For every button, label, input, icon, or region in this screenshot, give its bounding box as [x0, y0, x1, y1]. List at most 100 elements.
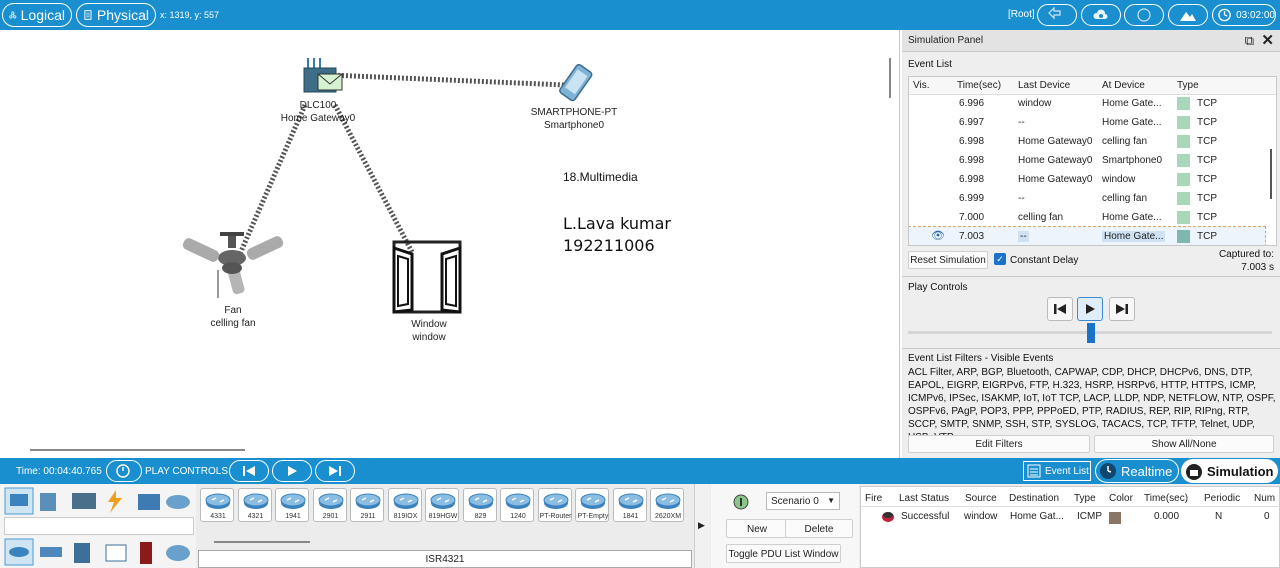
restore-icon[interactable]: ⧉	[1245, 33, 1254, 49]
realtime-mode-button[interactable]: Realtime	[1095, 459, 1179, 483]
logical-workspace[interactable]: DLC100 Home Gateway0 SMARTPHONE-PT Smart…	[0, 30, 900, 458]
event-row[interactable]: 6.997 -- Home Gate... TCP	[909, 113, 1265, 132]
router-model-tile[interactable]: 819IOX	[387, 488, 422, 522]
viewport-button[interactable]	[1124, 4, 1164, 26]
play-controls-section: Play Controls	[902, 276, 1280, 346]
bar-play-button[interactable]	[272, 460, 312, 482]
step-back-button[interactable]	[1047, 297, 1073, 321]
scenario-panel: Scenario 0 ▼ New Delete Toggle PDU List …	[711, 484, 859, 568]
event-row[interactable]: 6.998 Home Gateway0 celling fan TCP	[909, 132, 1265, 151]
fan-model: Fan	[224, 305, 242, 316]
expand-arrow-icon: ▶	[698, 520, 705, 530]
navigation-button[interactable]	[1037, 4, 1077, 26]
router-model-tile[interactable]: 829	[462, 488, 497, 522]
top-toolbar: Logical Physical x: 1319, y: 557 [Root] …	[0, 0, 1280, 30]
note-title: 18.Multimedia	[563, 170, 638, 184]
filters-list: ACL Filter, ARP, BGP, Bluetooth, CAPWAP,…	[908, 367, 1276, 443]
simulation-panel-header: Simulation Panel ⧉ ✕	[902, 30, 1280, 52]
physical-view-button[interactable]: Physical	[76, 3, 156, 27]
play-icon	[288, 466, 297, 476]
smartphone-name: Smartphone0	[543, 120, 605, 131]
reset-simulation-button[interactable]: Reset Simulation	[908, 251, 988, 269]
event-row[interactable]: 6.998 Home Gateway0 window TCP	[909, 170, 1265, 189]
router-model-tile[interactable]: 2911	[350, 488, 384, 522]
simulation-mode-button[interactable]: Simulation	[1181, 459, 1278, 483]
window-name: window	[412, 332, 446, 343]
pdu-row[interactable]: Successful window Home Gat... ICMP 0.000…	[861, 508, 1280, 526]
router-model-tile[interactable]: 2620XM	[650, 488, 684, 522]
play-button[interactable]	[1077, 297, 1103, 321]
connections-category-icon	[108, 490, 122, 513]
toggle-pdu-list-button[interactable]: Toggle PDU List Window	[726, 544, 841, 563]
chevron-down-icon: ▼	[827, 496, 835, 505]
event-at-device: celling fan	[1102, 136, 1148, 147]
router-model-tile[interactable]: 1240	[500, 488, 534, 522]
bar-step-forward-button[interactable]	[315, 460, 355, 482]
constant-delay-checkbox[interactable]: ✓	[994, 253, 1006, 265]
event-table-scrollbar[interactable]	[1270, 149, 1272, 199]
pdu-periodic: N	[1215, 511, 1223, 522]
components-category-icon	[72, 493, 96, 509]
event-list-label: Event List	[908, 59, 952, 70]
category-row-top[interactable]	[4, 487, 194, 515]
step-forward-button[interactable]	[1109, 297, 1135, 321]
router-model-tile[interactable]: 4331	[200, 488, 234, 522]
event-row[interactable]: 6.998 Home Gateway0 Smartphone0 TCP	[909, 151, 1265, 170]
col-type: Type	[1177, 80, 1199, 91]
event-type: TCP	[1197, 117, 1217, 128]
new-scenario-button[interactable]: New	[726, 519, 788, 538]
event-row[interactable]: 6.996 window Home Gate... TCP	[909, 94, 1265, 113]
pdu-panel-expander[interactable]: ▶	[694, 484, 710, 568]
show-all-none-button[interactable]: Show All/None	[1094, 435, 1274, 453]
scenario-select[interactable]: Scenario 0 ▼	[766, 492, 840, 510]
event-row[interactable]: 7.000 celling fan Home Gate... TCP	[909, 208, 1265, 227]
event-type: TCP	[1197, 193, 1217, 204]
category-search[interactable]	[4, 517, 194, 535]
event-row[interactable]: 👁 7.003 -- Home Gate... TCP	[909, 226, 1266, 245]
clock-button[interactable]: 03:02:00	[1212, 4, 1276, 26]
pdu-col-type: Type	[1074, 493, 1096, 504]
multiuser-category-icon	[166, 495, 190, 509]
category-row-bottom[interactable]	[4, 538, 194, 566]
pdu-list-table[interactable]: Fire Last Status Source Destination Type…	[860, 486, 1280, 568]
event-type-swatch	[1177, 192, 1190, 205]
router-model-tile[interactable]: PT-Router	[537, 488, 572, 522]
close-icon[interactable]: ✕	[1261, 31, 1274, 49]
router-model-label: PT-Router	[539, 513, 572, 520]
pdu-info-icon[interactable]	[733, 494, 749, 510]
router-list-scrollbar[interactable]	[214, 541, 310, 543]
home-gateway-device[interactable]	[300, 56, 346, 96]
bar-step-back-button[interactable]	[229, 460, 269, 482]
router-model-tile[interactable]: 4321	[237, 488, 272, 522]
cloud-gear-icon	[1093, 9, 1108, 19]
router-model-label: 4331	[210, 513, 226, 520]
router-model-tile[interactable]: 1941	[275, 488, 309, 522]
router-model-label: 819HGW	[428, 513, 458, 520]
ceiling-fan-device[interactable]	[180, 230, 286, 302]
simulation-label: Simulation	[1207, 463, 1274, 479]
speed-slider-thumb[interactable]	[1087, 323, 1095, 343]
cluster-button[interactable]	[1081, 4, 1121, 26]
visibility-eye-icon[interactable]: 👁	[931, 229, 945, 242]
router-icon	[355, 493, 381, 509]
router-model-tile[interactable]: 819HGW	[425, 488, 459, 522]
event-type: TCP	[1197, 136, 1217, 147]
delete-scenario-button[interactable]: Delete	[785, 519, 853, 538]
event-list-toggle[interactable]: Event List	[1023, 461, 1091, 481]
environment-button[interactable]	[1168, 4, 1208, 26]
router-model-tile[interactable]: PT-Empty	[575, 488, 609, 522]
event-type-swatch	[1177, 154, 1190, 167]
reset-time-button[interactable]	[106, 460, 142, 482]
logical-view-button[interactable]: Logical	[2, 3, 72, 27]
smartphone-device[interactable]	[548, 62, 604, 106]
event-table-header: Vis. Time(sec) Last Device At Device Typ…	[909, 77, 1276, 95]
event-row[interactable]: 6.999 -- celling fan TCP	[909, 189, 1265, 208]
event-last-device: --	[1018, 117, 1025, 128]
event-list-table[interactable]: Vis. Time(sec) Last Device At Device Typ…	[908, 76, 1277, 246]
router-model-label: 2620XM	[654, 513, 682, 520]
router-model-tile[interactable]: 2901	[312, 488, 347, 522]
window-device[interactable]	[390, 240, 464, 316]
router-icon	[243, 493, 268, 509]
edit-filters-button[interactable]: Edit Filters	[908, 435, 1090, 453]
router-model-tile[interactable]: 1841	[612, 488, 647, 522]
